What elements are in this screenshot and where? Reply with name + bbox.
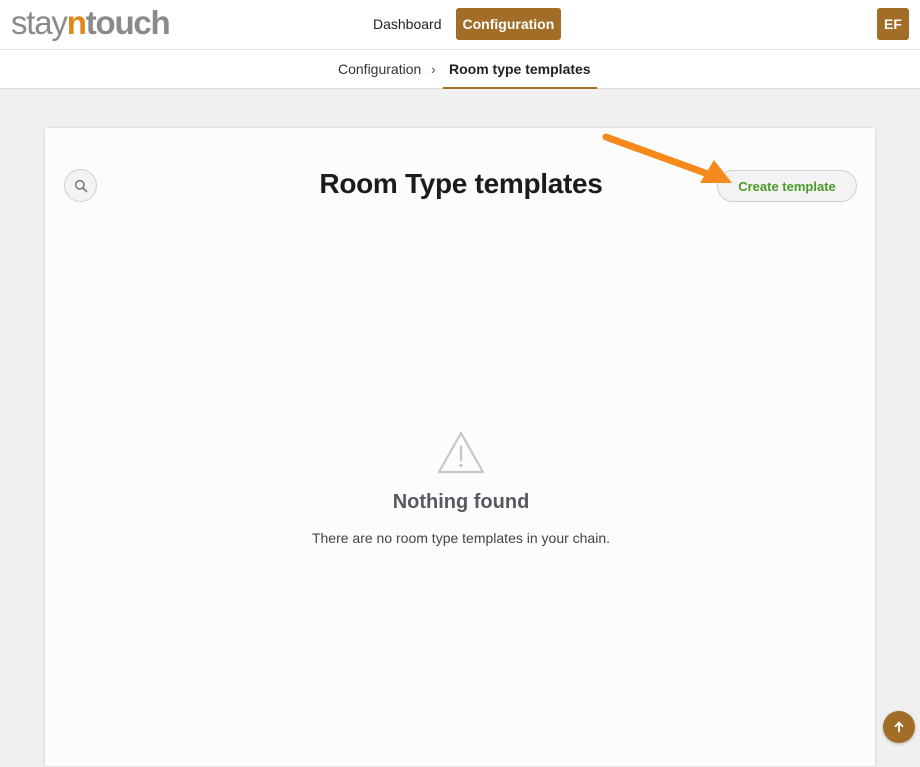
annotation-arrow xyxy=(602,133,732,183)
main-nav: Dashboard Configuration xyxy=(362,8,562,40)
breadcrumb-room-type-templates[interactable]: Room type templates xyxy=(443,50,597,89)
nav-configuration[interactable]: Configuration xyxy=(455,8,562,40)
top-bar: stayntouch Dashboard Configuration EF xyxy=(0,0,920,50)
empty-state-message: There are no room type templates in your… xyxy=(311,530,611,546)
breadcrumb-separator: › xyxy=(431,61,436,77)
logo-part-stay: stay xyxy=(11,4,68,41)
logo-part-n: n xyxy=(66,4,87,41)
scroll-to-top-button[interactable] xyxy=(883,711,915,743)
arrow-up-icon xyxy=(894,721,904,733)
logo-part-touch: touch xyxy=(85,4,171,41)
nav-dashboard[interactable]: Dashboard xyxy=(362,8,453,40)
breadcrumb-configuration[interactable]: Configuration xyxy=(338,50,421,89)
user-avatar[interactable]: EF xyxy=(877,8,909,40)
brand-logo[interactable]: stayntouch xyxy=(11,4,171,42)
warning-triangle-icon xyxy=(437,431,485,474)
empty-state-title: Nothing found xyxy=(392,491,530,513)
breadcrumb: Configuration › Room type templates xyxy=(0,50,920,89)
templates-card: Room Type templates Create template Noth… xyxy=(44,127,876,767)
